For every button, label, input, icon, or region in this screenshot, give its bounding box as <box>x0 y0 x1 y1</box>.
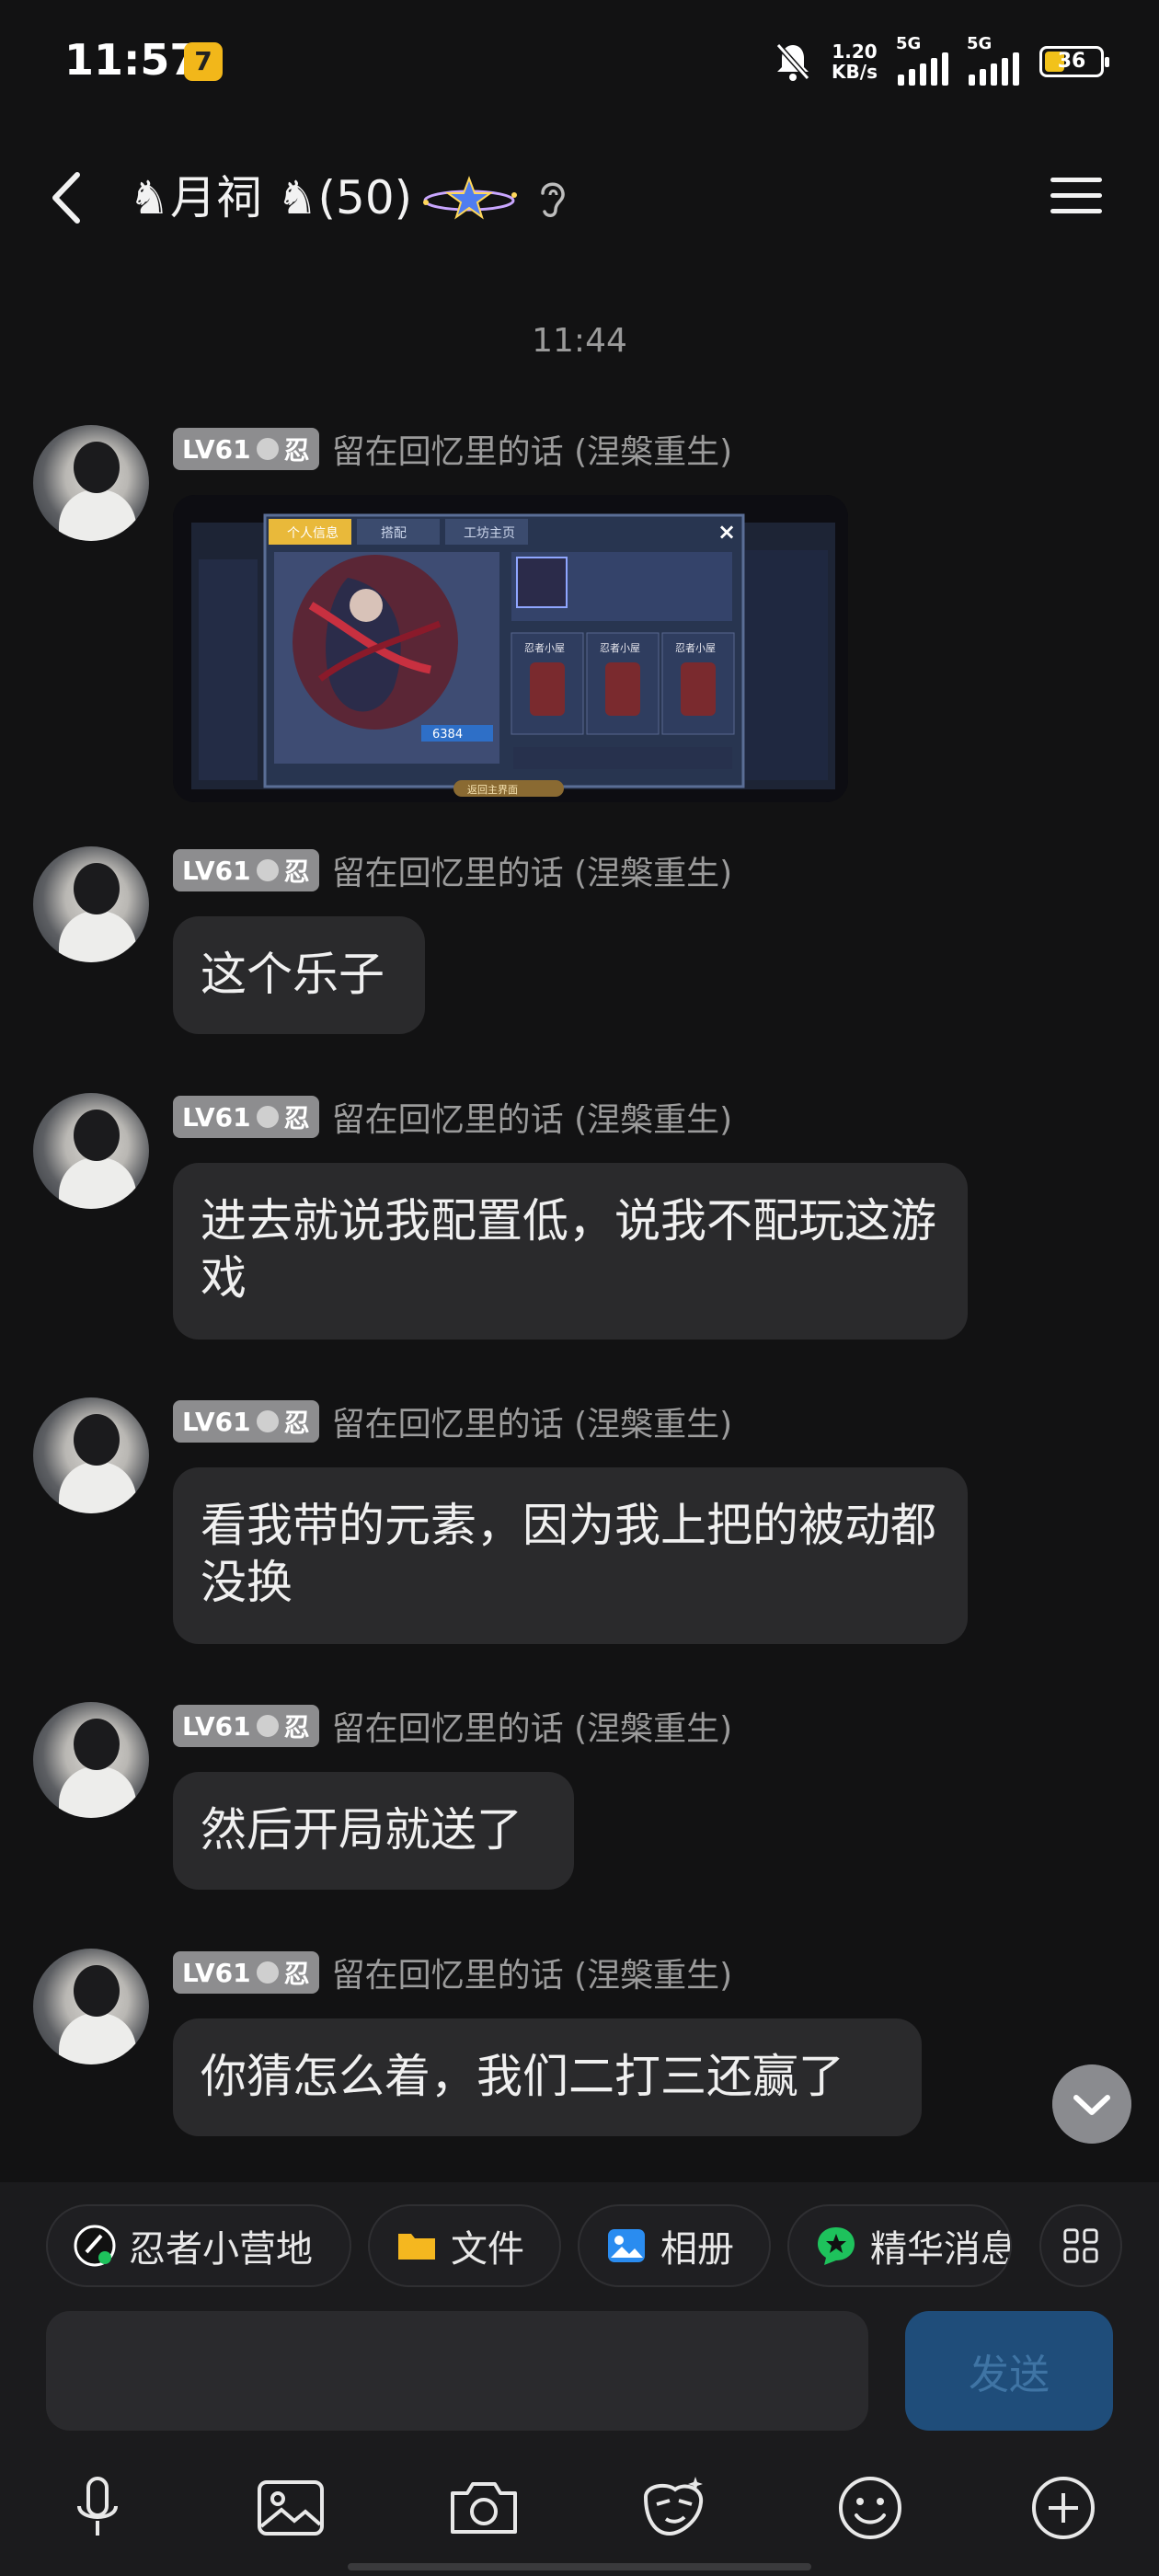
battery-icon: 36 <box>1039 46 1109 77</box>
status-time: 11:57 <box>64 35 200 85</box>
screenshot-tab-3: 工坊主页 <box>464 526 515 541</box>
shortcut-bar: 忍者小营地 文件 相册 精华消息 <box>46 2204 1122 2287</box>
avatar[interactable] <box>33 425 149 541</box>
more-apps-grid-icon[interactable] <box>1039 2204 1122 2287</box>
shortcut-ninja-camp[interactable]: 忍者小营地 <box>46 2204 351 2287</box>
level-badge: LV61 忍 <box>173 849 319 891</box>
group-title[interactable]: ♞月祠 ♞(50) <box>129 166 412 230</box>
message-bubble[interactable]: 这个乐子 <box>173 916 425 1034</box>
mute-bell-icon <box>775 43 810 81</box>
message-bubble[interactable]: 进去就说我配置低，说我不配玩这游戏 <box>173 1163 968 1340</box>
folder-icon <box>398 2234 435 2260</box>
screenshot-return-label: 返回主界面 <box>467 784 518 796</box>
input-toolbar <box>0 2458 1159 2559</box>
ninja-camp-icon <box>74 2225 116 2267</box>
app-notification-icon: 7 <box>184 42 223 81</box>
bird-badge-icon <box>256 1961 279 1984</box>
image-icon[interactable] <box>252 2469 329 2547</box>
signal-sim2-icon: 5G <box>967 34 1019 86</box>
sender-nickname[interactable]: 留在回忆里的话 (涅槃重生) <box>332 1397 733 1445</box>
message-bubble[interactable]: 看我带的元素，因为我上把的被动都没换 <box>173 1467 968 1644</box>
avatar[interactable] <box>33 1397 149 1513</box>
screenshot-power: 6384 <box>432 728 463 742</box>
avatar[interactable] <box>33 1093 149 1209</box>
sparkle-star-icon <box>423 176 517 220</box>
emoji-icon[interactable] <box>832 2469 909 2547</box>
avatar[interactable] <box>33 1702 149 1818</box>
level-badge: LV61 忍 <box>173 1400 319 1443</box>
scroll-to-bottom-icon[interactable] <box>1052 2064 1131 2144</box>
shortcut-essence[interactable]: 精华消息 <box>787 2204 1012 2287</box>
camera-icon[interactable] <box>445 2469 522 2547</box>
send-button[interactable]: 发送 <box>905 2311 1113 2431</box>
sender-nickname[interactable]: 留在回忆里的话 (涅槃重生) <box>332 1093 733 1141</box>
microphone-icon[interactable] <box>59 2469 136 2547</box>
bird-badge-icon <box>256 1715 279 1737</box>
message-input[interactable] <box>46 2311 868 2431</box>
screenshot-card-3: 忍者小屋 <box>675 642 716 654</box>
screenshot-card-1: 忍者小屋 <box>524 642 565 654</box>
shortcut-album[interactable]: 相册 <box>578 2204 771 2287</box>
level-badge: LV61 忍 <box>173 1705 319 1747</box>
sender-nickname[interactable]: 留在回忆里的话 (涅槃重生) <box>332 1949 733 1996</box>
bird-badge-icon <box>256 1106 279 1128</box>
shared-game-screenshot[interactable]: 个人信息 搭配 工坊主页 × 6384 忍者小屋 忍者小屋 忍者小屋 返回主界面 <box>173 495 848 802</box>
level-badge: LV61 忍 <box>173 1951 319 1994</box>
sender-nickname[interactable]: 留在回忆里的话 (涅槃重生) <box>332 846 733 894</box>
sender-nickname[interactable]: 留在回忆里的话 (涅槃重生) <box>332 1702 733 1750</box>
status-bar: 11:57 7 1.20 KB/s 5G 5G 36 <box>0 0 1159 129</box>
level-badge: LV61 忍 <box>173 428 319 470</box>
home-indicator[interactable] <box>348 2563 811 2570</box>
photo-album-icon <box>608 2229 645 2262</box>
composer-panel: 忍者小营地 文件 相册 精华消息 发送 <box>0 2182 1159 2576</box>
bird-badge-icon <box>256 859 279 881</box>
bird-badge-icon <box>256 438 279 460</box>
screenshot-tab-2: 搭配 <box>381 526 407 541</box>
level-badge: LV61 忍 <box>173 1096 319 1138</box>
message-timestamp: 11:44 <box>532 322 627 360</box>
sticker-icon[interactable] <box>635 2469 712 2547</box>
message-bubble[interactable]: 你猜怎么着，我们二打三还赢了 <box>173 2018 922 2136</box>
message-bubble[interactable]: 然后开局就送了 <box>173 1772 574 1890</box>
sender-nickname[interactable]: 留在回忆里的话 (涅槃重生) <box>332 425 733 473</box>
plus-icon[interactable] <box>1025 2469 1102 2547</box>
network-speed: 1.20 KB/s <box>832 40 878 83</box>
chat-header: ♞月祠 ♞(50) <box>0 138 1159 258</box>
chevron-left-icon[interactable] <box>37 166 101 230</box>
screenshot-tab-1: 个人信息 <box>287 525 339 541</box>
hamburger-menu-icon[interactable] <box>1049 173 1104 219</box>
shortcut-files[interactable]: 文件 <box>368 2204 561 2287</box>
bird-badge-icon <box>256 1410 279 1432</box>
star-message-icon <box>818 2227 855 2265</box>
ear-icon[interactable] <box>534 175 570 221</box>
screenshot-card-2: 忍者小屋 <box>600 642 640 654</box>
svg-text:×: × <box>717 519 736 545</box>
avatar[interactable] <box>33 1949 149 2064</box>
signal-sim1-icon: 5G <box>896 34 948 86</box>
avatar[interactable] <box>33 846 149 962</box>
